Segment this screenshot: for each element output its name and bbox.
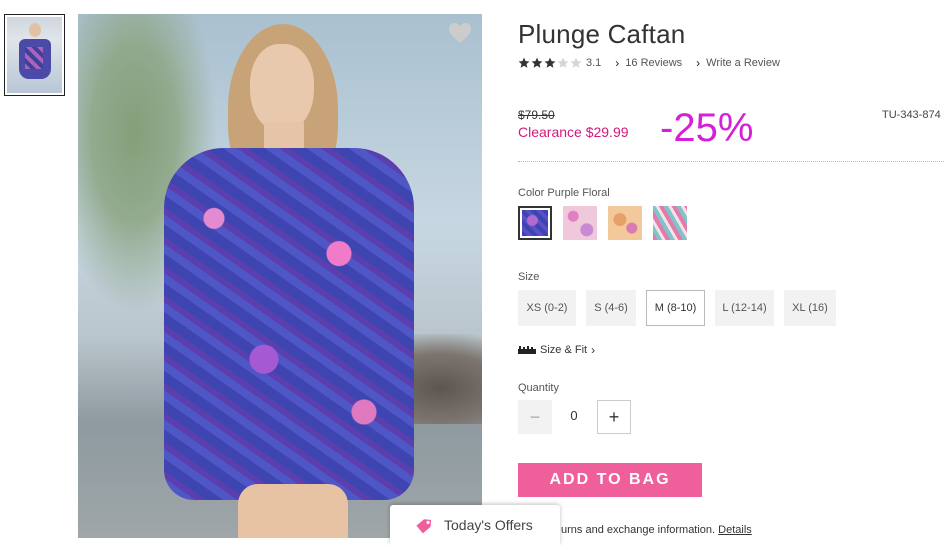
returns-info: urns and exchange information. Details — [561, 524, 752, 536]
size-fit-link[interactable]: Size & Fit › — [518, 343, 595, 357]
discount-badge: -25% — [660, 106, 754, 150]
todays-offers-tab[interactable]: Today's Offers — [390, 505, 560, 545]
chevron-right-icon: › — [615, 56, 620, 70]
returns-text: urns and exchange information. — [561, 524, 716, 536]
star-icon — [544, 57, 556, 68]
star-icon — [557, 57, 569, 68]
todays-offers-label: Today's Offers — [444, 517, 533, 533]
thumbnail-image — [7, 17, 62, 93]
star-icon — [570, 57, 582, 68]
size-label: Size — [518, 271, 540, 283]
quantity-decrement-button[interactable]: − — [518, 400, 552, 434]
image-face — [250, 44, 314, 132]
star-icon — [518, 57, 530, 68]
reviews-link-label: 16 Reviews — [625, 57, 683, 69]
swatch-fill — [522, 210, 548, 236]
star-icon — [531, 57, 543, 68]
chevron-right-icon: › — [696, 56, 701, 70]
image-dress — [164, 148, 414, 500]
add-to-bag-button[interactable]: ADD TO BAG — [518, 463, 702, 497]
swatch-purple-floral[interactable] — [518, 206, 552, 240]
write-review-label: Write a Review — [706, 57, 780, 69]
size-option-m[interactable]: M (8-10) — [646, 290, 705, 326]
returns-details-link[interactable]: Details — [718, 524, 752, 536]
size-option-xl[interactable]: XL (16) — [784, 290, 836, 326]
original-price: $79.50 — [518, 108, 555, 122]
swatch-orange-paisley[interactable] — [608, 206, 642, 240]
write-review-link[interactable]: › Write a Review — [696, 56, 780, 70]
size-option-l[interactable]: L (12-14) — [715, 290, 774, 326]
heart-icon[interactable] — [448, 22, 472, 44]
rating-row: 3.1 › 16 Reviews › Write a Review — [518, 56, 780, 70]
rating-value: 3.1 — [586, 57, 602, 69]
selected-color-name: Purple Floral — [547, 187, 610, 199]
product-main-image — [78, 14, 482, 538]
swatch-pink-paisley[interactable] — [563, 206, 597, 240]
color-label: Color Purple Floral — [518, 187, 610, 199]
swatch-fill — [653, 206, 687, 240]
color-label-text: Color — [518, 187, 545, 199]
size-option-s[interactable]: S (4-6) — [586, 290, 636, 326]
size-option-xs[interactable]: XS (0-2) — [518, 290, 576, 326]
rating-stars — [518, 57, 582, 69]
clearance-price: Clearance $29.99 — [518, 124, 629, 140]
image-legs — [238, 484, 348, 538]
product-title: Plunge Caftan — [518, 19, 686, 49]
thumbnail-dress — [19, 39, 51, 79]
swatch-pink-ikat[interactable] — [653, 206, 687, 240]
tag-icon — [416, 519, 432, 534]
quantity-value[interactable]: 0 — [560, 408, 588, 423]
ruler-icon — [518, 346, 536, 354]
swatch-fill — [563, 206, 597, 240]
reviews-link[interactable]: › 16 Reviews — [615, 56, 682, 70]
product-sku: TU-343-874 — [882, 109, 941, 121]
quantity-label: Quantity — [518, 382, 559, 394]
size-fit-label: Size & Fit — [540, 344, 588, 356]
chevron-right-icon: › — [591, 343, 596, 357]
quantity-increment-button[interactable]: + — [597, 400, 631, 434]
divider — [518, 161, 944, 162]
product-thumbnail[interactable] — [4, 14, 65, 96]
thumbnail-head — [29, 23, 41, 37]
swatch-fill — [608, 206, 642, 240]
